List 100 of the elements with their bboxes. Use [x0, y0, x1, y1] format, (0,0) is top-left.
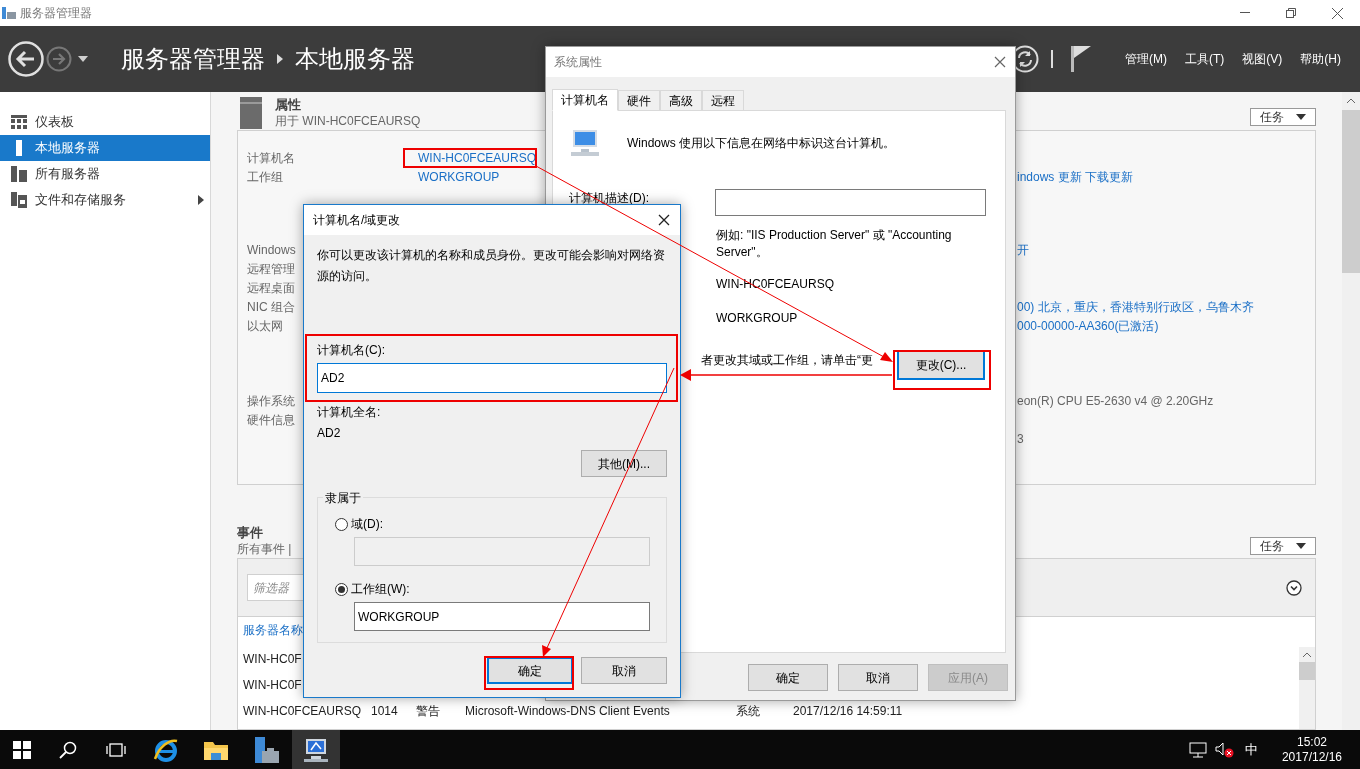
- expand-icon[interactable]: [198, 195, 204, 205]
- table-cell-text: WIN-HC0FCEAURSQ: [243, 703, 362, 720]
- property-link[interactable]: WORKGROUP: [418, 167, 500, 186]
- server-manager-icon[interactable]: [252, 735, 280, 764]
- chevron-down-icon[interactable]: [1286, 579, 1302, 596]
- group-legend: 隶属于: [323, 489, 363, 507]
- property-label: 远程管理: [247, 260, 295, 278]
- field-label: 计算机名(C):: [317, 342, 386, 358]
- scroll-up-icon[interactable]: [1346, 98, 1356, 104]
- dialog-title: 计算机名/域更改: [313, 212, 401, 229]
- section-title: 属性: [275, 97, 302, 113]
- column-header[interactable]: 服务器名称: [243, 621, 303, 639]
- caret-icon: [1296, 543, 1306, 549]
- scrollbar[interactable]: [1342, 92, 1360, 730]
- dialog-title: 系统属性: [554, 54, 602, 71]
- property-label: Windows: [247, 241, 296, 259]
- table-cell-text: Microsoft-Windows-DNS Client Events: [465, 703, 671, 720]
- property-label: 远程桌面: [247, 279, 295, 297]
- menu-item[interactable]: 帮助(H): [1300, 50, 1341, 68]
- description-field[interactable]: [715, 189, 986, 216]
- radio-label[interactable]: 域(D):: [351, 515, 383, 533]
- tasks-dropdown[interactable]: 任务: [1250, 537, 1316, 555]
- computer-icon[interactable]: [302, 736, 330, 763]
- breadcrumb-item: 本地服务器: [295, 44, 415, 74]
- property-link[interactable]: indows 更新 下载更新: [1017, 167, 1134, 186]
- table-cell-text: 警告: [416, 703, 441, 720]
- tab[interactable]: 硬件: [618, 90, 660, 110]
- close-icon[interactable]: [658, 214, 670, 226]
- dialog-button[interactable]: 取消: [581, 657, 667, 684]
- radio-label[interactable]: 工作组(W):: [351, 580, 410, 598]
- property-link[interactable]: 开: [1017, 240, 1029, 259]
- property-label: 以太网: [247, 317, 283, 335]
- tab[interactable]: 计算机名: [552, 89, 618, 111]
- property-link[interactable]: 00) 北京，重庆，香港特别行政区，乌鲁木齐: [1017, 297, 1254, 316]
- workgroup-value: WORKGROUP: [716, 310, 799, 327]
- window-title: 服务器管理器: [20, 5, 92, 22]
- browser-icon[interactable]: [153, 736, 179, 763]
- computer-name-field[interactable]: AD2: [317, 363, 667, 393]
- back-button[interactable]: [8, 41, 44, 77]
- description-text: 你可以更改该计算机的名称和成员身份。更改可能会影响对网络资源的访问。: [317, 247, 666, 285]
- table-cell-text: 1014: [371, 703, 399, 720]
- taskbar-app[interactable]: [292, 730, 340, 769]
- dialog-button[interactable]: 确定: [487, 657, 573, 684]
- section-title: 事件: [237, 525, 264, 541]
- close-icon[interactable]: [1331, 7, 1343, 19]
- property-label: 硬件信息: [247, 411, 295, 429]
- table-cell-text: WIN-HC0F: [243, 651, 303, 668]
- scroll-up-icon[interactable]: [1302, 652, 1312, 658]
- radio-button[interactable]: [335, 582, 348, 596]
- breadcrumb-separator-icon: [277, 54, 283, 64]
- tasks-dropdown[interactable]: 任务: [1250, 108, 1316, 126]
- section-subtitle: 用于 WIN-HC0FCEAURSQ: [275, 113, 421, 129]
- table-cell-text: WIN-HC0F: [243, 677, 303, 694]
- computer-icon: [569, 128, 601, 158]
- server-icon: [240, 97, 262, 129]
- caret-icon: [1296, 114, 1306, 120]
- search-icon[interactable]: [59, 740, 77, 759]
- property-value: eon(R) CPU E5-2630 v4 @ 2.20GHz: [1017, 392, 1214, 410]
- table-cell-text: 2017/12/16 14:59:11: [793, 703, 904, 720]
- task-view-icon[interactable]: [106, 742, 126, 757]
- scroll-thumb[interactable]: [1342, 110, 1360, 273]
- windows-logo-icon[interactable]: [13, 740, 31, 759]
- sidebar-item[interactable]: 文件和存储服务: [0, 187, 210, 213]
- sidebar-item[interactable]: 所有服务器: [0, 161, 210, 187]
- full-name-value: AD2: [317, 425, 342, 441]
- breadcrumb-item[interactable]: 服务器管理器: [121, 41, 265, 77]
- example-text: 例如: "IIS Production Server" 或 "Accounting Server"。: [716, 227, 953, 261]
- change-hint: 者更改其域或工作组，请单击“更: [701, 352, 873, 369]
- field-label: 计算机全名:: [317, 404, 382, 420]
- member-field[interactable]: WORKGROUP: [354, 602, 650, 631]
- grid-icon: [11, 115, 27, 129]
- property-link[interactable]: 000-00000-AA360(已激活): [1017, 316, 1159, 335]
- property-link[interactable]: WIN-HC0FCEAURSQ: [418, 148, 536, 167]
- history-dropdown-icon: [78, 56, 88, 62]
- scroll-thumb[interactable]: [1299, 662, 1315, 680]
- app-icon: [2, 7, 16, 19]
- flag-icon[interactable]: [1071, 46, 1091, 72]
- sidebar-item[interactable]: 仪表板: [0, 109, 210, 135]
- clock[interactable]: 15:02 2017/12/16: [1281, 734, 1342, 765]
- volume-muted-icon[interactable]: [1214, 741, 1235, 758]
- dialog-button[interactable]: 取消: [838, 664, 918, 691]
- forward-button[interactable]: [46, 46, 72, 72]
- property-label: 工作组: [247, 168, 283, 186]
- menu-item[interactable]: 工具(T): [1185, 50, 1225, 68]
- property-label: 操作系统: [247, 392, 295, 410]
- input-method[interactable]: 中: [1244, 739, 1258, 760]
- menu-item[interactable]: 视图(V): [1242, 50, 1283, 68]
- sidebar-item[interactable]: 本地服务器: [0, 135, 210, 161]
- property-label: 计算机名: [247, 149, 295, 167]
- change-button[interactable]: 更改(C)...: [897, 350, 985, 380]
- table-cell-text: 系统: [736, 703, 761, 720]
- restore-icon[interactable]: [1286, 8, 1296, 18]
- menu-item[interactable]: 管理(M): [1125, 50, 1167, 68]
- tab[interactable]: 远程: [702, 90, 744, 110]
- radio-button[interactable]: [335, 517, 348, 531]
- minimize-icon[interactable]: [1240, 12, 1250, 14]
- dialog-button[interactable]: 确定: [748, 664, 828, 691]
- tab[interactable]: 高级: [660, 90, 702, 110]
- property-label: NIC 组合: [247, 298, 295, 316]
- scrollbar[interactable]: [1299, 647, 1315, 729]
